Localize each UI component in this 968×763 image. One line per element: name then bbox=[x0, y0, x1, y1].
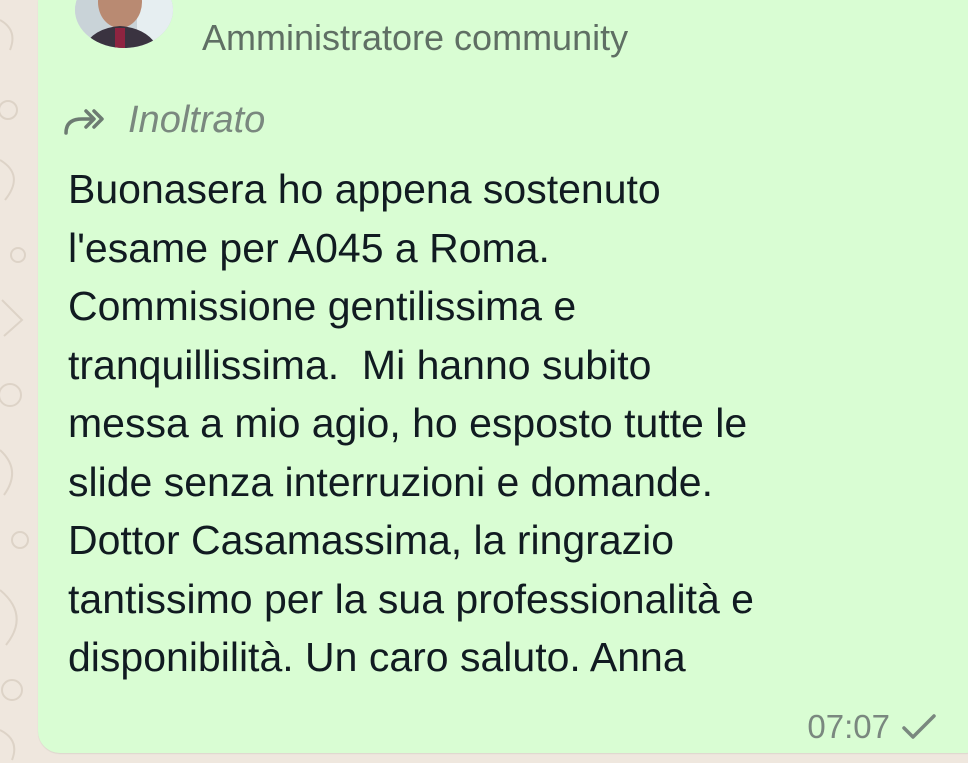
forwarded-indicator: Inoltrato bbox=[62, 98, 265, 142]
message-line: l'esame per A045 a Roma. bbox=[68, 224, 550, 271]
sender-name[interactable]: Amministratore community bbox=[202, 17, 628, 59]
message-line: disponibilità. Un caro saluto. Anna bbox=[68, 634, 686, 680]
single-check-icon bbox=[902, 714, 936, 739]
message-text: Buonasera ho appena sostenuto l'esame pe… bbox=[68, 160, 948, 687]
wallpaper-doodles bbox=[0, 19, 29, 761]
message-line: tranquillissima. Mi hanno subito bbox=[68, 341, 652, 388]
message-line: tantissimo per la sua professionalità e bbox=[68, 575, 754, 622]
forwarded-icon bbox=[64, 109, 104, 135]
message-line: Dottor Casamassima, la ringrazio bbox=[68, 517, 675, 563]
message-line: Buonasera ho appena sostenuto bbox=[68, 166, 661, 212]
message-line: slide senza interruzioni e domande. bbox=[68, 458, 713, 505]
message-time: 07:07 bbox=[807, 708, 890, 745]
message-line: messa a mio agio, ho esposto tutte le bbox=[68, 400, 748, 446]
forwarded-label: Inoltrato bbox=[128, 98, 266, 141]
message-meta: 07:07 bbox=[807, 708, 938, 746]
message-line: Commissione gentilissima e bbox=[68, 283, 577, 329]
